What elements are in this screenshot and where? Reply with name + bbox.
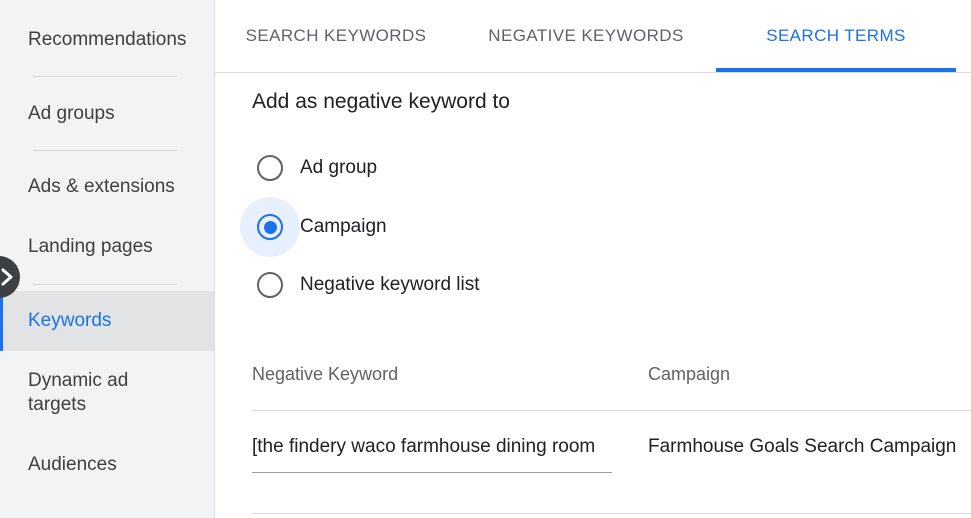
sidebar-nav: Recommendations Ad groups Ads & extensio… <box>0 0 215 518</box>
radio-label: Negative keyword list <box>300 274 480 295</box>
column-header-campaign: Campaign <box>648 364 731 384</box>
sidebar-item-dynamic-ad-targets[interactable]: Dynamic ad targets <box>0 369 150 417</box>
sidebar-item-ads-extensions[interactable]: Ads & extensions <box>0 175 214 199</box>
radio-target[interactable] <box>240 197 300 257</box>
radio-option-ad-group[interactable]: Ad group <box>240 140 377 196</box>
chevron-right-icon <box>1 268 13 286</box>
sidebar-divider <box>33 76 177 77</box>
sidebar-item-ad-groups[interactable]: Ad groups <box>0 102 214 126</box>
sidebar-item-keywords[interactable]: Keywords <box>0 291 214 351</box>
radio-target[interactable] <box>240 138 300 198</box>
active-tab-indicator <box>716 68 956 72</box>
sidebar-item-landing-pages[interactable]: Landing pages <box>0 235 214 259</box>
radio-button[interactable] <box>257 272 283 298</box>
negative-keyword-input[interactable]: [the findery waco farmhouse dining room <box>252 436 612 458</box>
radio-option-campaign[interactable]: Campaign <box>240 197 387 257</box>
input-underline <box>252 472 612 473</box>
sidebar-item-audiences[interactable]: Audiences <box>0 453 214 477</box>
radio-label: Ad group <box>300 157 378 178</box>
column-header-negative-keyword: Negative Keyword <box>252 364 399 384</box>
table-divider <box>252 410 971 411</box>
radio-target[interactable] <box>240 255 300 315</box>
sidebar-divider <box>33 150 177 151</box>
table-divider <box>252 513 971 514</box>
section-title: Add as negative keyword to <box>252 90 510 113</box>
radio-button-selected[interactable] <box>257 214 283 240</box>
sidebar-divider <box>33 284 177 285</box>
radio-option-negative-keyword-list[interactable]: Negative keyword list <box>240 257 480 313</box>
radio-label: Campaign <box>300 216 387 237</box>
tab-search-terms[interactable]: SEARCH TERMS <box>716 0 956 72</box>
sidebar-item-recommendations[interactable]: Recommendations <box>0 28 214 52</box>
tab-negative-keywords[interactable]: NEGATIVE KEYWORDS <box>476 0 696 72</box>
campaign-cell: Farmhouse Goals Search Campaign <box>648 436 957 457</box>
tab-search-keywords[interactable]: SEARCH KEYWORDS <box>236 0 436 72</box>
radio-button[interactable] <box>257 155 283 181</box>
